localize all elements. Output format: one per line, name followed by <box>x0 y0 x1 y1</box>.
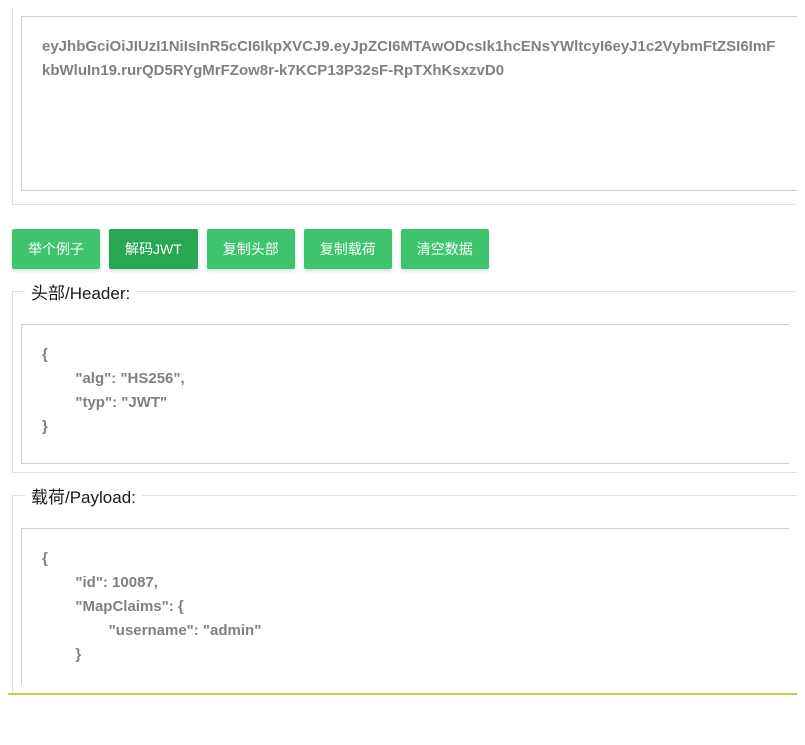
jwt-input-panel <box>12 8 797 205</box>
header-output[interactable]: { "alg": "HS256", "typ": "JWT" } <box>21 324 789 464</box>
example-button[interactable]: 举个例子 <box>12 229 100 269</box>
jwt-token-input[interactable] <box>21 16 797 191</box>
decode-jwt-button[interactable]: 解码JWT <box>109 229 198 269</box>
bottom-divider <box>8 693 797 695</box>
payload-section: 载荷/Payload: { "id": 10087, "MapClaims": … <box>12 495 797 693</box>
copy-header-button[interactable]: 复制头部 <box>207 229 295 269</box>
copy-payload-button[interactable]: 复制载荷 <box>304 229 392 269</box>
header-section: 头部/Header: { "alg": "HS256", "typ": "JWT… <box>12 291 797 473</box>
clear-data-button[interactable]: 清空数据 <box>401 229 489 269</box>
payload-legend: 载荷/Payload: <box>25 483 142 508</box>
payload-output[interactable]: { "id": 10087, "MapClaims": { "username"… <box>21 528 789 685</box>
toolbar: 举个例子 解码JWT 复制头部 复制载荷 清空数据 <box>8 229 797 269</box>
header-legend: 头部/Header: <box>25 279 136 304</box>
